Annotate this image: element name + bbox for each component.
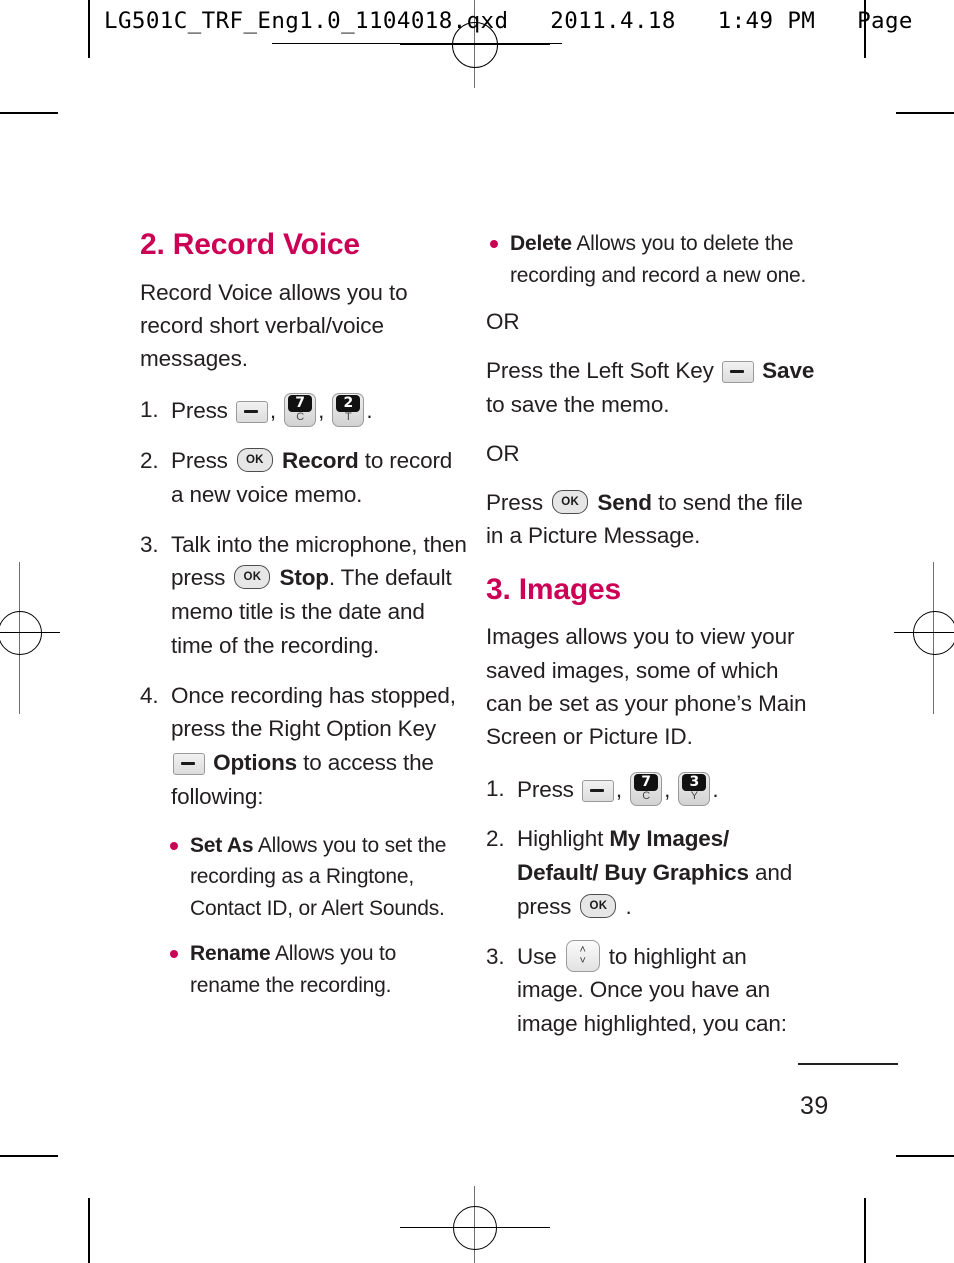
step-number: 3. xyxy=(140,531,159,557)
left-bullet-list: Set As Allows you to set the recording a… xyxy=(166,830,470,1002)
keypad-letter: Y xyxy=(690,789,698,802)
bullet-rename: Rename Allows you to rename the recordin… xyxy=(166,938,470,1001)
bullet-label: Rename xyxy=(190,942,271,966)
ok-key-icon: OK xyxy=(234,565,271,590)
soft-key-icon xyxy=(235,401,268,424)
registration-mark-bottom-circle xyxy=(453,1206,497,1250)
step-text-end: . xyxy=(366,398,373,424)
step-text: Once recording has stopped, press the Ri… xyxy=(171,682,456,742)
step-number: 1. xyxy=(486,775,505,801)
step-number: 2. xyxy=(140,448,159,474)
header-underline xyxy=(272,43,562,44)
or-divider-1: OR xyxy=(486,309,520,334)
step-images-3: 3. Use ˄ ˅ to highlight an image. Once y… xyxy=(486,939,816,1041)
keypad-letter: C xyxy=(642,789,650,802)
record-voice-intro: Record Voice allows you to record short … xyxy=(140,279,408,372)
comma-separator: , xyxy=(318,398,325,424)
document-header: LG501C_TRF_Eng1.0_1104018.qxd 2011.4.18 … xyxy=(0,0,954,58)
crop-mark-bottom-right-horizontal xyxy=(896,1155,954,1157)
comma-separator: , xyxy=(269,398,276,424)
section-heading-images: 3. Images xyxy=(486,572,621,606)
step-text: Press xyxy=(171,398,228,424)
footer-rule xyxy=(798,1063,898,1065)
step-text: Use xyxy=(517,943,557,969)
ok-key-label: OK xyxy=(561,496,580,509)
soft-key-icon xyxy=(721,361,754,384)
crop-mark-bottom-left-horizontal xyxy=(0,1155,58,1157)
ok-key-label: OK xyxy=(245,454,264,467)
section-heading-record-voice: 2. Record Voice xyxy=(140,228,360,261)
registration-mark-left-circle xyxy=(0,611,42,655)
soft-key-icon xyxy=(581,779,614,802)
step-bold-term: Record xyxy=(281,448,359,474)
step-record-voice-2: 2. Press OK Record to record a new voice… xyxy=(140,444,470,512)
keypad-digit: 3 xyxy=(682,773,707,791)
comma-separator: , xyxy=(615,776,622,802)
ok-key-label: OK xyxy=(589,899,608,912)
crop-mark-bottom-right-vertical xyxy=(864,1198,866,1263)
step-images-2: 2. Highlight My Images/ Default/ Buy Gra… xyxy=(486,822,816,923)
step-text: Highlight xyxy=(517,826,604,852)
save-memo-instruction: Press the Left Soft Key Save to save the… xyxy=(486,354,816,421)
step-images-1: 1. Press , 7 C , 3 Y . xyxy=(486,771,816,807)
bullet-label: Set As xyxy=(190,833,254,857)
step-number: 2. xyxy=(486,826,505,852)
page-number: 39 xyxy=(800,1092,829,1120)
instruction-text: Press the Left Soft Key xyxy=(486,358,714,384)
send-file-instruction: Press OK Send to send the file in a Pict… xyxy=(486,486,816,553)
bullet-delete: Delete Allows you to delete the recordin… xyxy=(486,228,816,291)
step-number: 1. xyxy=(140,397,159,423)
keypad-digit: 2 xyxy=(336,395,361,413)
manual-page: LG501C_TRF_Eng1.0_1104018.qxd 2011.4.18 … xyxy=(0,0,954,1263)
crop-mark-top-right-horizontal xyxy=(896,112,954,114)
step-record-voice-4: 4. Once recording has stopped, press the… xyxy=(140,679,470,814)
step-text-end: . xyxy=(625,893,632,919)
step-number: 3. xyxy=(486,943,505,969)
left-column: 2. Record Voice Record Voice allows you … xyxy=(140,228,470,1015)
ok-key-icon: OK xyxy=(552,490,589,515)
header-filename: LG501C_TRF_Eng1.0_1104018.qxd 2011.4.18 … xyxy=(104,8,913,34)
keypad-7c-icon: 7 C xyxy=(284,393,317,428)
crop-mark-bottom-left-vertical xyxy=(88,1198,90,1263)
keypad-letter: C xyxy=(296,411,304,424)
right-column: Delete Allows you to delete the recordin… xyxy=(486,228,816,1057)
bullet-set-as: Set As Allows you to set the recording a… xyxy=(166,830,470,925)
or-divider-2: OR xyxy=(486,440,520,466)
comma-separator: , xyxy=(664,776,671,802)
bullet-label: Delete xyxy=(510,232,572,255)
keypad-digit: 7 xyxy=(634,773,659,791)
step-bold-term: Options xyxy=(213,750,298,776)
step-text: Press xyxy=(517,776,574,802)
soft-key-icon xyxy=(173,753,205,776)
ok-key-icon: OK xyxy=(580,893,617,918)
keypad-digit: 7 xyxy=(288,395,313,413)
instruction-bold-term: Save xyxy=(762,358,815,384)
step-text-end: . xyxy=(712,776,719,802)
keypad-2t-icon: 2 T xyxy=(332,393,365,428)
step-number: 4. xyxy=(140,682,159,708)
crop-mark-top-left-horizontal xyxy=(0,112,58,114)
keypad-letter: T xyxy=(345,411,352,424)
instruction-bold-term: Send xyxy=(597,490,652,516)
ok-key-label: OK xyxy=(243,571,262,584)
ok-key-icon: OK xyxy=(236,448,273,473)
step-text: Press xyxy=(171,448,228,474)
registration-mark-right-circle xyxy=(913,611,954,655)
step-bold-term: Stop xyxy=(279,565,330,591)
instruction-text: Press xyxy=(486,490,544,516)
keypad-7c-icon: 7 C xyxy=(630,771,663,806)
step-text-end: to highlight an image. Once you have an … xyxy=(517,943,787,1037)
step-text-end: to access the following: xyxy=(171,750,434,809)
chevron-up-icon: ˄ xyxy=(579,943,586,956)
images-intro: Images allows you to view your saved ima… xyxy=(486,624,807,750)
step-record-voice-3: 3. Talk into the microphone, then press … xyxy=(140,528,470,663)
keypad-3y-icon: 3 Y xyxy=(678,771,711,806)
chevron-down-icon: ˅ xyxy=(579,954,586,967)
navigation-up-down-key-icon: ˄ ˅ xyxy=(565,939,600,972)
instruction-text-end: to save the memo. xyxy=(486,391,670,417)
step-record-voice-1: 1. Press , 7 C , 2 T . xyxy=(140,393,470,428)
